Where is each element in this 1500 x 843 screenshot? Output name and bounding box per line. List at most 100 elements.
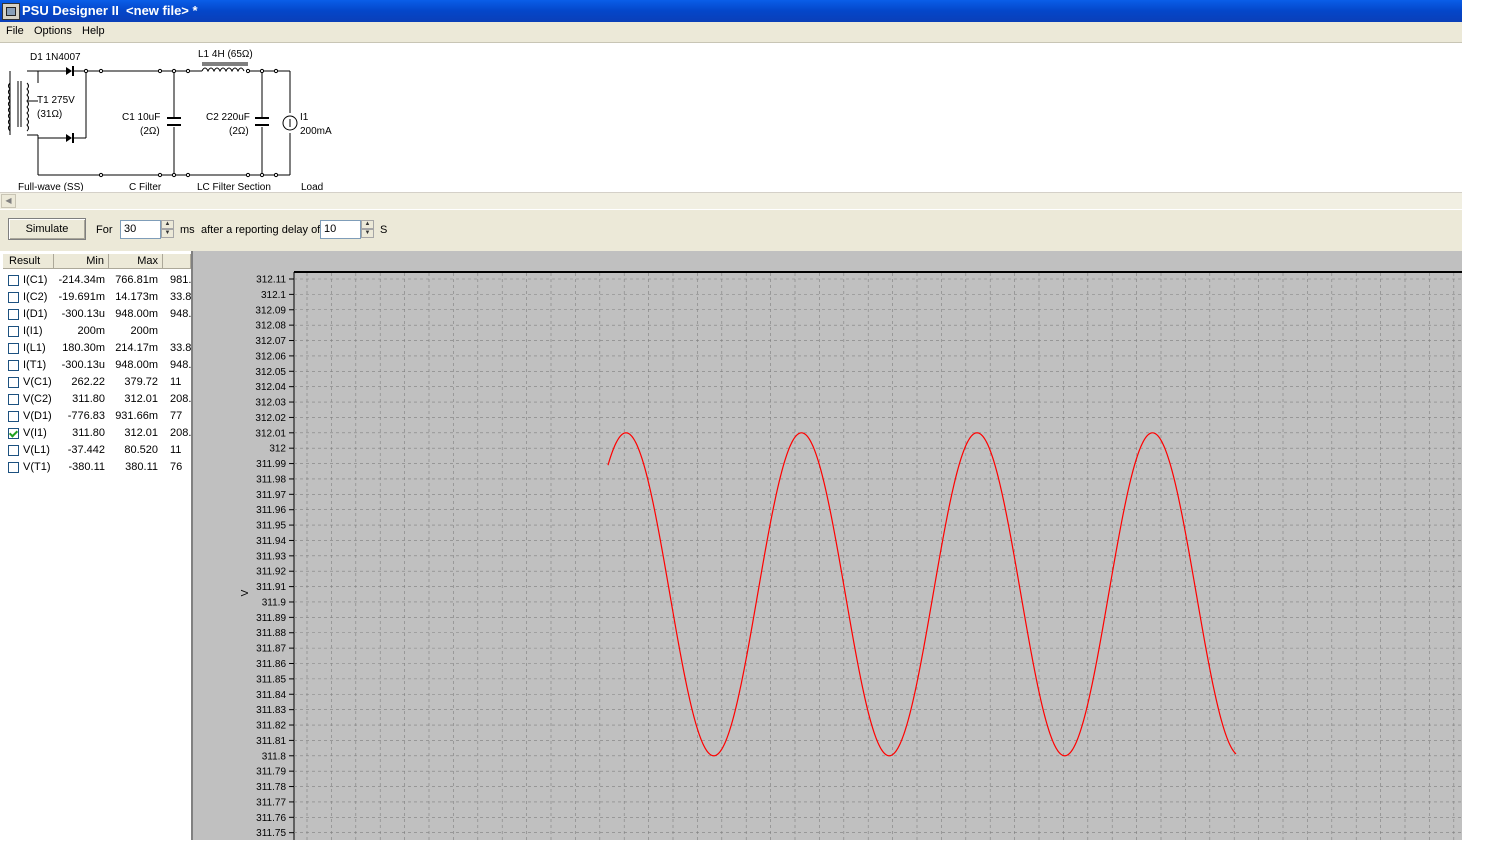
col-extra[interactable] [163, 254, 191, 269]
result-min: -776.83 [67, 410, 105, 422]
menu-help[interactable]: Help [82, 25, 105, 37]
result-name: V(C2) [23, 393, 52, 405]
y-tick-label: 311.93 [256, 551, 286, 562]
result-max: 214.17m [115, 342, 158, 354]
result-row[interactable]: I(T1) -300.13u 948.00m 948. [0, 357, 191, 374]
result-name: V(L1) [23, 444, 50, 456]
spin-down-icon[interactable]: ▼ [161, 229, 174, 238]
result-checkbox[interactable] [8, 462, 19, 473]
i1-value: 200mA [300, 126, 332, 137]
result-name: I(I1) [23, 325, 43, 337]
delay-input[interactable]: 10 [320, 220, 361, 239]
y-tick-label: 312 [269, 444, 286, 455]
result-min: -300.13u [61, 308, 105, 320]
result-checkbox[interactable] [8, 326, 19, 337]
result-row[interactable]: V(D1) -776.83 931.66m 77 [0, 408, 191, 425]
result-row[interactable]: V(T1) -380.11 380.11 76 [0, 459, 191, 476]
t1-label: T1 275V [37, 95, 75, 106]
waveform-line [607, 432, 1237, 757]
y-tick-label: 311.88 [256, 628, 286, 639]
schematic-scrollbar[interactable]: ◀ [0, 192, 1462, 209]
section-fullwave: Full-wave (SS) [18, 182, 84, 191]
result-extra: 11 [170, 444, 182, 456]
c2-resistance: (2Ω) [229, 126, 249, 137]
waveform-chart[interactable]: 312.11 312.1 312.09 312.08 312.07 312.06 312.0… [193, 251, 1462, 840]
y-tick-label: 312.03 [255, 398, 286, 409]
y-tick-label: 311.87 [256, 644, 286, 655]
menu-options[interactable]: Options [34, 25, 72, 37]
result-checkbox[interactable] [8, 445, 19, 456]
result-extra: 33.8 [170, 342, 191, 354]
result-checkbox[interactable] [8, 411, 19, 422]
y-tick-label: 311.82 [256, 721, 286, 732]
result-checkbox[interactable] [8, 360, 19, 371]
simulate-button[interactable]: Simulate [8, 218, 86, 240]
y-tick-label: 311.96 [256, 505, 286, 516]
delay-label: after a reporting delay of [201, 224, 321, 236]
y-tick-label: 311.92 [256, 567, 286, 578]
result-name: I(D1) [23, 308, 48, 320]
result-checkbox[interactable] [8, 292, 19, 303]
y-tick-label: 311.99 [256, 459, 286, 470]
result-checkbox[interactable] [8, 309, 19, 320]
result-extra: 33.8 [170, 291, 191, 303]
result-extra: 208. [170, 427, 191, 439]
result-row[interactable]: V(L1) -37.442 80.520 11 [0, 442, 191, 459]
scroll-left-icon[interactable]: ◀ [1, 194, 16, 208]
spin-up-icon[interactable]: ▲ [161, 220, 174, 229]
col-min[interactable]: Min [54, 254, 109, 269]
y-tick-label: 312.02 [255, 413, 286, 424]
spin-down-icon[interactable]: ▼ [361, 229, 374, 238]
y-tick-label: 312.09 [255, 305, 286, 316]
y-tick-label: 311.84 [256, 690, 286, 701]
result-checkbox[interactable] [8, 275, 19, 286]
result-row[interactable]: V(C1) 262.22 379.72 11 [0, 374, 191, 391]
result-row[interactable]: I(L1) 180.30m 214.17m 33.8 [0, 340, 191, 357]
circuit-schematic[interactable]: D1 1N4007 L1 4H (65Ω) T1 275V (31Ω) C1 1… [0, 43, 1462, 193]
result-row[interactable]: I(C1) -214.34m 766.81m 981. [0, 272, 191, 289]
menu-bar: File Options Help [0, 22, 1462, 43]
y-tick-label: 311.86 [256, 659, 286, 670]
result-row[interactable]: I(C2) -19.691m 14.173m 33.8 [0, 289, 191, 306]
y-tick-label: 311.75 [256, 828, 286, 839]
result-extra: 948. [170, 308, 191, 320]
d1-label: D1 1N4007 [30, 52, 81, 63]
result-name: I(C1) [23, 274, 48, 286]
result-extra: 981. [170, 274, 191, 286]
y-tick-label: 311.81 [256, 736, 286, 747]
y-tick-label: 311.8 [262, 751, 287, 762]
y-tick-label: 312.06 [255, 351, 286, 362]
result-checkbox[interactable] [8, 343, 19, 354]
result-extra: 948. [170, 359, 191, 371]
result-checkbox[interactable] [8, 428, 19, 439]
result-max: 200m [130, 325, 158, 337]
y-tick-label: 311.95 [256, 521, 286, 532]
result-min: -19.691m [58, 291, 105, 303]
c1-resistance: (2Ω) [140, 126, 160, 137]
s-label: S [380, 224, 388, 236]
result-row[interactable]: V(I1) 311.80 312.01 208. [0, 425, 191, 442]
l1-label: L1 4H (65Ω) [198, 49, 253, 60]
result-row[interactable]: I(D1) -300.13u 948.00m 948. [0, 306, 191, 323]
col-result[interactable]: Result [3, 254, 54, 269]
duration-input[interactable]: 30 [120, 220, 161, 239]
result-checkbox[interactable] [8, 394, 19, 405]
result-row[interactable]: V(C2) 311.80 312.01 208. [0, 391, 191, 408]
menu-file[interactable]: File [6, 25, 24, 37]
y-tick-label: 311.76 [256, 813, 286, 824]
duration-spinner[interactable]: ▲ ▼ [161, 220, 174, 239]
y-tick-label: 311.78 [256, 782, 286, 793]
spin-up-icon[interactable]: ▲ [361, 220, 374, 229]
result-checkbox[interactable] [8, 377, 19, 388]
app-icon [2, 3, 20, 20]
y-tick-label: 311.98 [256, 474, 286, 485]
i1-label: I1 [300, 112, 309, 123]
y-tick-label: 312.07 [255, 336, 286, 347]
delay-spinner[interactable]: ▲ ▼ [361, 220, 374, 239]
result-max: 379.72 [124, 376, 158, 388]
result-row[interactable]: I(I1) 200m 200m [0, 323, 191, 340]
ms-label: ms [180, 224, 195, 236]
y-tick-label: 311.79 [256, 767, 286, 778]
col-max[interactable]: Max [109, 254, 163, 269]
section-load: Load [301, 182, 323, 191]
